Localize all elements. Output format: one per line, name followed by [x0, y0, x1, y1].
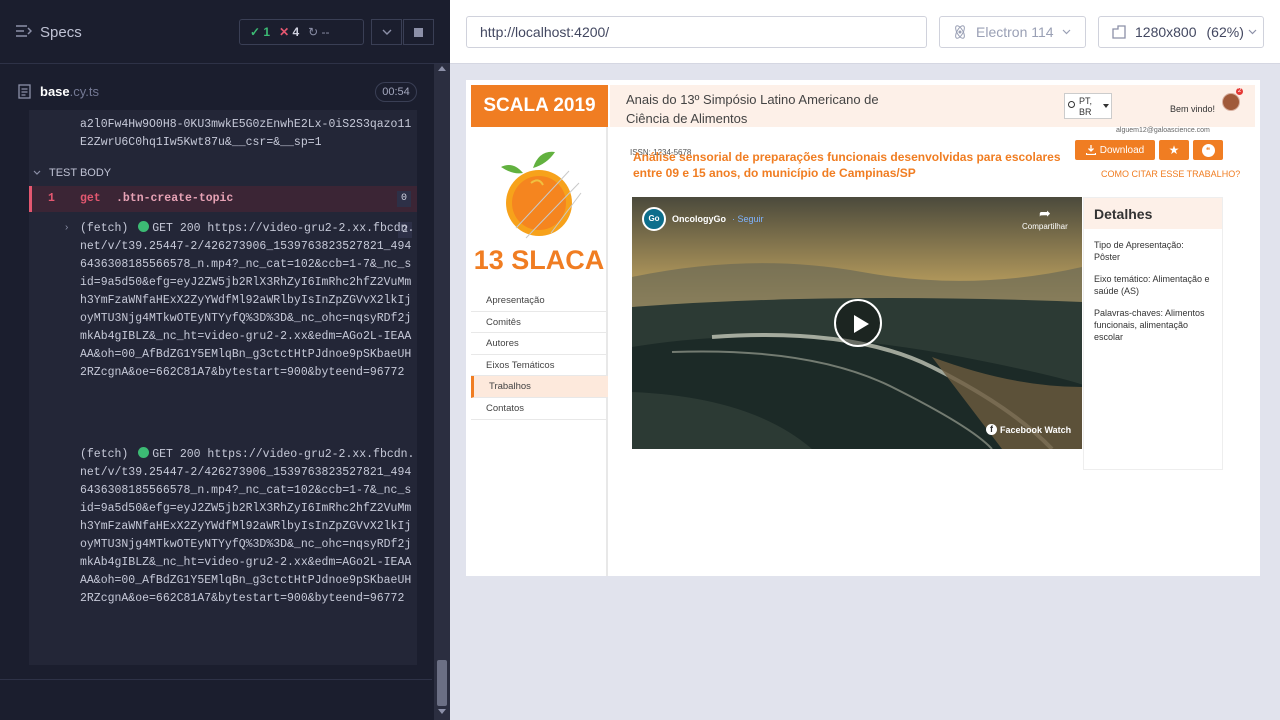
runner-topbar: Specs ✓ 1 ✕ 4 ↻ --	[0, 0, 450, 64]
specs-label: Specs	[40, 24, 82, 41]
video-player[interactable]: Go OncologyGo · Seguir ➦ Compartilhar f …	[632, 197, 1082, 449]
ruler-icon	[1112, 25, 1126, 39]
header-title: Anais do 13º Simpósio Latino Americano d…	[626, 92, 879, 126]
facebook-icon: f	[986, 424, 997, 435]
caret-down-icon	[1103, 104, 1109, 108]
command-number: 1	[48, 192, 55, 205]
star-icon: ★	[1168, 143, 1180, 157]
cite-button[interactable]: ❝	[1193, 140, 1223, 160]
facebook-watch-logo: f Facebook Watch	[986, 424, 1071, 435]
document-icon	[18, 84, 31, 104]
app-preview: http://localhost:4200/ Electron 114 1280…	[450, 0, 1280, 720]
cite-link[interactable]: COMO CITAR ESSE TRABALHO?	[1101, 169, 1240, 179]
language-select[interactable]: PT, BR	[1064, 93, 1112, 119]
nav-item-comites[interactable]: Comitês	[471, 312, 608, 334]
nav-item-contatos[interactable]: Contatos	[471, 398, 608, 420]
nav-item-apresentacao[interactable]: Apresentação	[471, 290, 608, 312]
download-button[interactable]: Download	[1075, 140, 1155, 160]
notification-badge: 2	[1236, 88, 1243, 95]
chevron-down-icon	[1248, 29, 1257, 35]
test-body-label: TEST BODY	[49, 167, 112, 179]
viewport-size: 1280x800	[1135, 24, 1197, 40]
test-stats: ✓ 1 ✕ 4 ↻ --	[239, 19, 364, 45]
svg-text:13 SLACA: 13 SLACA	[474, 245, 605, 275]
share-icon: ➦	[1039, 205, 1051, 221]
event-emblem: 13 SLACA	[471, 133, 608, 283]
command-log: a2l0Fw4Hw9O0H8-0KU3mwkE5G0zEnwhE2Lx-0iS2…	[29, 110, 417, 665]
action-buttons: Download ★ ❝	[1075, 140, 1223, 160]
status-success-icon	[138, 447, 150, 458]
quote-icon: ❝	[1201, 143, 1215, 157]
spec-file-header: base.cy.ts 00:54	[0, 76, 432, 108]
nav-item-autores[interactable]: Autores	[471, 333, 608, 355]
nav-item-trabalhos[interactable]: Trabalhos	[471, 376, 608, 398]
log-scrollbar[interactable]	[434, 64, 450, 720]
browser-label: Electron 114	[976, 24, 1054, 40]
test-body-header[interactable]: TEST BODY	[33, 167, 111, 179]
channel-name[interactable]: OncologyGo	[672, 214, 726, 224]
nav-item-eixos[interactable]: Eixos Temáticos	[471, 355, 608, 377]
site-sidebar: SCALA 2019 13 SLACA Apresentação Comitês…	[471, 85, 608, 576]
scroll-up-icon[interactable]	[438, 66, 446, 71]
welcome-text: Bem vindo!	[1170, 104, 1216, 114]
viewport-selector[interactable]: 1280x800 (62%)	[1098, 16, 1264, 48]
theme: Eixo temático: Alimentação e saúde (AS)	[1094, 274, 1210, 296]
globe-icon	[1068, 101, 1075, 108]
command-count: 0	[397, 191, 411, 207]
previous-log-text: a2l0Fw4Hw9O0H8-0KU3mwkE5G0zEnwhE2Lx-0iS2…	[80, 118, 412, 149]
runner-panel: Specs ✓ 1 ✕ 4 ↻ -- base.cy.ts 00:54 a2l0…	[0, 0, 450, 720]
site-header: Anais do 13º Simpósio Latino Americano d…	[610, 85, 1255, 127]
chevron-down-icon	[382, 29, 391, 35]
scrollbar-thumb[interactable]	[437, 660, 447, 706]
divider	[0, 679, 432, 680]
user-email: alguem12@galoascience.com	[1116, 127, 1210, 134]
command-name: get	[80, 192, 101, 205]
site-logo[interactable]: SCALA 2019	[471, 85, 608, 127]
presentation-type: Tipo de Apresentação: Pôster	[1094, 240, 1184, 262]
share-button[interactable]: ➦ Compartilhar	[1022, 205, 1068, 231]
command-selector: .btn-create-topic	[116, 192, 234, 205]
specs-toggle[interactable]: Specs	[16, 24, 82, 41]
electron-icon	[955, 25, 965, 39]
site-nav: Apresentação Comitês Autores Eixos Temát…	[471, 290, 608, 420]
pending-count: ↻ --	[308, 25, 330, 39]
chevron-down-icon	[33, 170, 41, 175]
spec-duration: 00:54	[375, 82, 417, 102]
channel-logo[interactable]: Go	[642, 207, 666, 231]
keywords: Palavras-chaves: Alimentos funcionais, a…	[1094, 308, 1205, 342]
passed-count: ✓ 1	[250, 25, 271, 39]
url-bar[interactable]: http://localhost:4200/	[466, 16, 927, 48]
specs-list-icon	[16, 24, 33, 41]
preview-toolbar: http://localhost:4200/ Electron 114 1280…	[450, 0, 1280, 64]
fetch-log-item[interactable]: (fetch) GET 200 https://video-gru2-2.xx.…	[80, 446, 415, 608]
paper-title: Análise sensorial de preparações funcion…	[633, 150, 1061, 180]
favorite-button[interactable]: ★	[1159, 140, 1189, 160]
failed-count: ✕ 4	[279, 25, 300, 39]
status-success-icon	[138, 221, 150, 232]
spec-file-name: base.cy.ts	[40, 84, 100, 99]
chevron-right-icon[interactable]: ›	[65, 222, 68, 233]
fetch-log-item[interactable]: (fetch) GET 200 https://video-gru2-2.xx.…	[80, 220, 415, 382]
viewport-scale: (62%)	[1206, 24, 1244, 40]
video-channel: Go OncologyGo · Seguir	[642, 207, 764, 231]
stop-icon	[414, 27, 423, 37]
follow-link[interactable]: · Seguir	[732, 214, 764, 224]
details-title: Detalhes	[1084, 198, 1222, 229]
stop-button[interactable]	[403, 19, 434, 45]
play-button[interactable]	[834, 299, 882, 347]
avatar[interactable]	[1222, 93, 1240, 111]
download-icon	[1085, 145, 1096, 155]
chevron-down-button[interactable]	[371, 19, 402, 45]
chevron-down-icon	[1062, 29, 1071, 35]
app-frame: SCALA 2019 13 SLACA Apresentação Comitês…	[466, 80, 1260, 576]
browser-selector[interactable]: Electron 114	[939, 16, 1086, 48]
failed-command-row[interactable]: 1 get .btn-create-topic 0	[29, 186, 417, 212]
scroll-down-icon[interactable]	[438, 709, 446, 714]
details-panel: Detalhes Tipo de Apresentação: Pôster Ei…	[1083, 197, 1223, 470]
